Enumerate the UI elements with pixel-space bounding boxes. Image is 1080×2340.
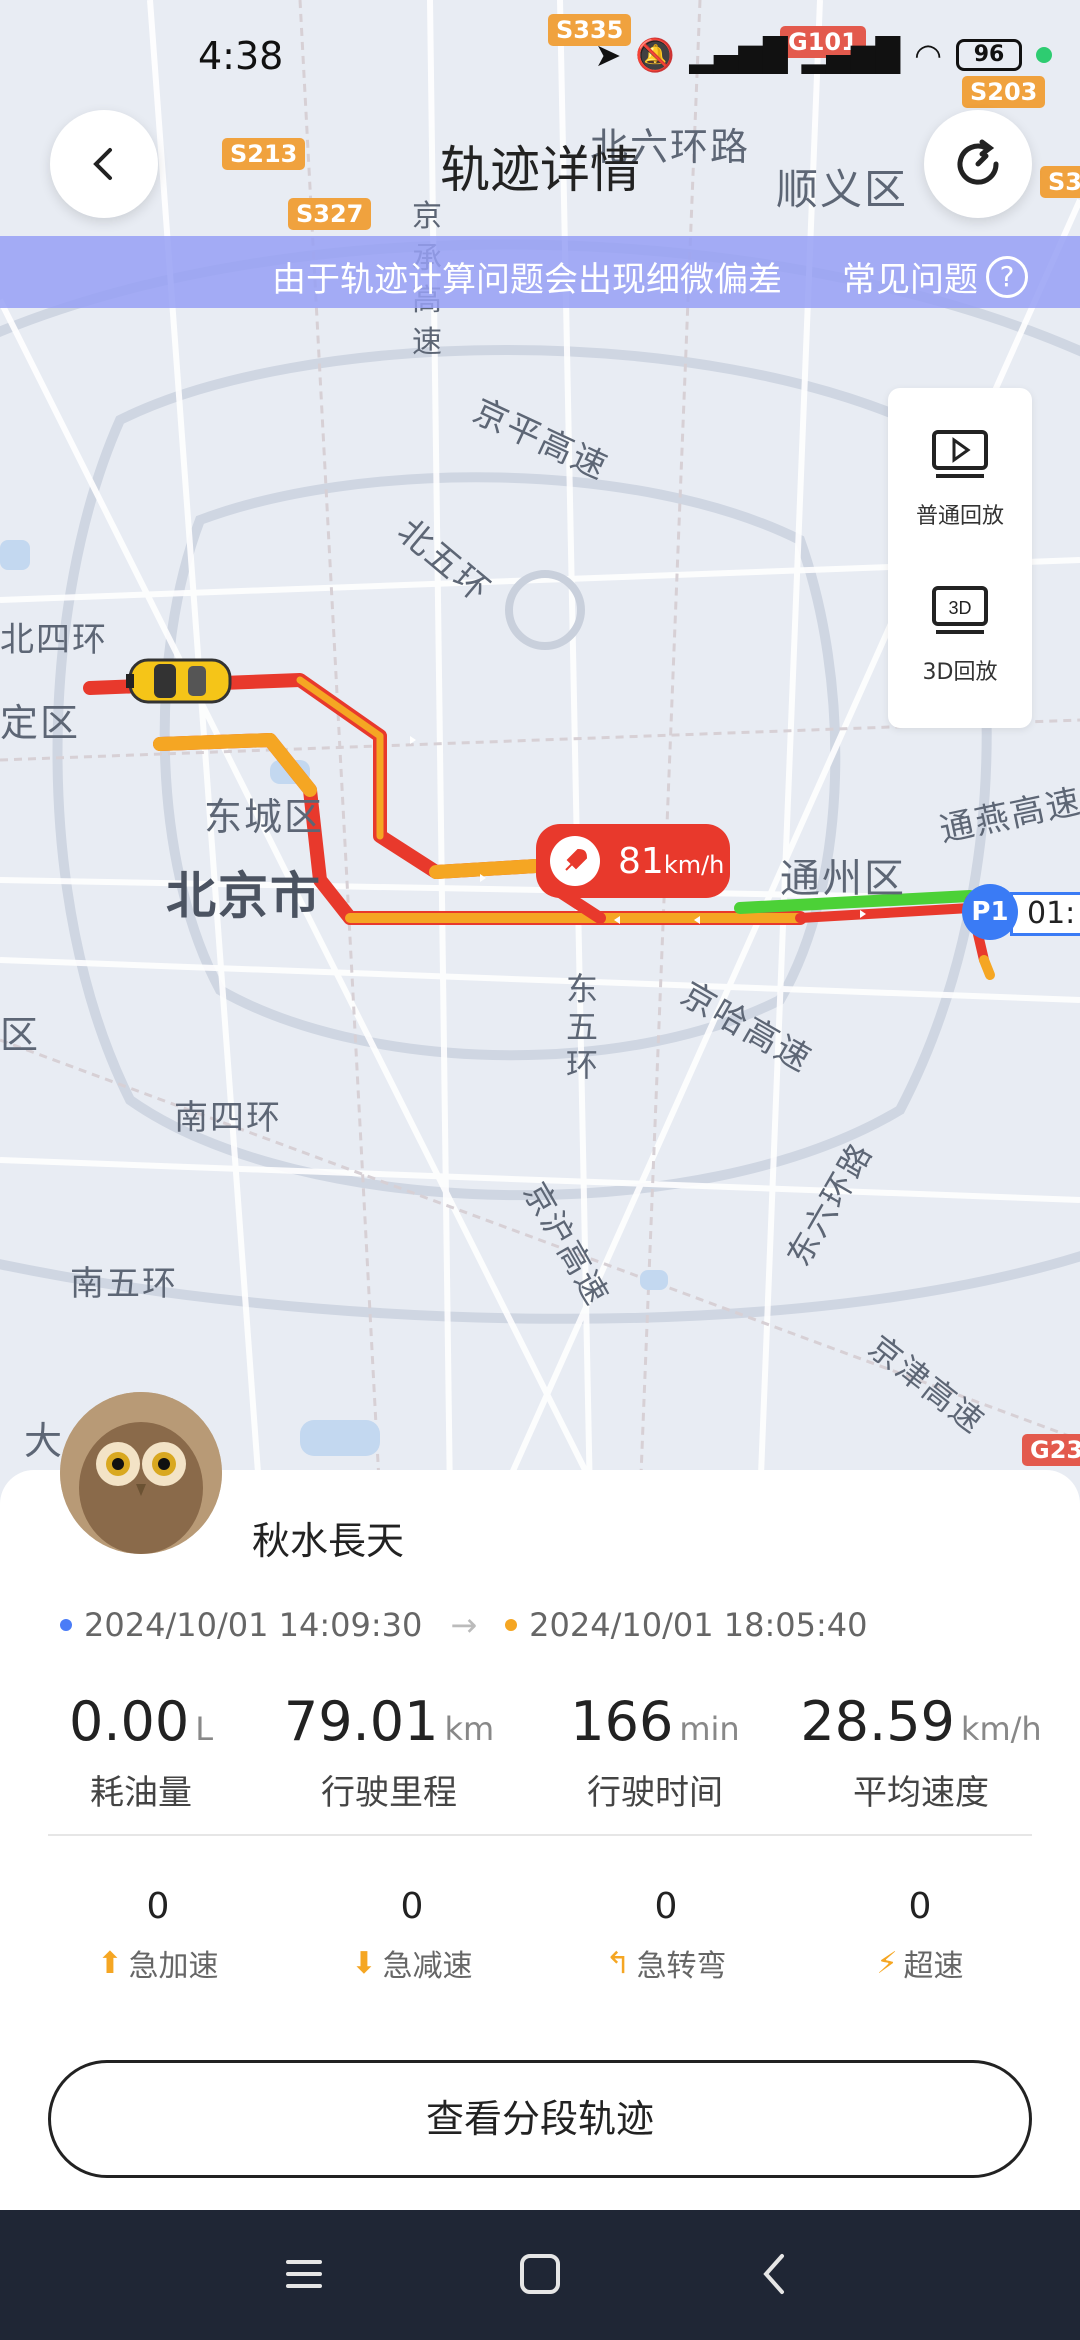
event-label: 急减速 bbox=[382, 1949, 473, 1984]
p1-marker[interactable]: P1 bbox=[962, 884, 1018, 940]
stat-value: 166 bbox=[570, 1690, 674, 1753]
notice-banner: 由于轨迹计算问题会出现细微偏差 常见问题 ? bbox=[0, 236, 1080, 308]
arrow-up-icon: ⬆ bbox=[97, 1945, 123, 1981]
3d-screen-icon: 3D bbox=[932, 586, 988, 634]
stat-value: 28.59 bbox=[800, 1690, 955, 1753]
battery-icon: 96 bbox=[956, 39, 1022, 71]
rocket-icon bbox=[550, 836, 600, 886]
map-view[interactable]: S335 G101 S203 S213 S327 S30 G230 北六环路 顺… bbox=[0, 0, 1080, 1500]
stat-duration: 166 min 行驶时间 bbox=[520, 1690, 790, 1814]
map-label: 北京市 bbox=[166, 867, 322, 925]
map-label: 大 bbox=[24, 1419, 65, 1463]
arrow-right-icon: → bbox=[450, 1606, 478, 1644]
status-time: 4:38 bbox=[198, 34, 284, 78]
signal-icon: ▂▄▆█ bbox=[689, 36, 788, 74]
stat-label: 行驶时间 bbox=[587, 1773, 723, 1813]
car-icon bbox=[126, 658, 232, 704]
marker-tag: 01: bbox=[1010, 892, 1080, 936]
stat-label: 平均速度 bbox=[853, 1773, 989, 1813]
back-nav-icon[interactable] bbox=[752, 2250, 800, 2298]
map-label: 东五环 bbox=[566, 970, 601, 1084]
question-icon: ? bbox=[986, 255, 1028, 298]
play-screen-icon bbox=[932, 430, 988, 478]
indicator-dot bbox=[1036, 47, 1052, 63]
stat-unit: L bbox=[195, 1710, 214, 1748]
lightning-icon: ⚡ bbox=[876, 1945, 898, 1981]
stat-label: 耗油量 bbox=[90, 1773, 192, 1813]
stat-unit: km bbox=[444, 1710, 495, 1748]
event-count: 0 bbox=[654, 1886, 678, 1927]
avatar[interactable] bbox=[60, 1392, 222, 1554]
3d-icon-text: 3D bbox=[948, 598, 971, 618]
turn-icon: ↰ bbox=[605, 1945, 631, 1981]
user-name: 秋水長天 bbox=[252, 1519, 405, 1563]
trip-stats: 0.00 L 耗油量 79.01 km 行驶里程 166 min 行驶时间 28.59… bbox=[0, 1690, 1080, 1820]
road-badge: S327 bbox=[288, 198, 372, 230]
map-label: 北四环 bbox=[0, 620, 108, 660]
map-label: 南五环 bbox=[70, 1264, 178, 1304]
stat-value: 0.00 bbox=[68, 1690, 190, 1753]
speed-bubble: 81km/h bbox=[536, 824, 730, 898]
location-icon: ➤ bbox=[594, 36, 622, 74]
status-icons: ➤ 🔕 ▂▄▆█ ▂▄▆█ ◠ 96 bbox=[595, 36, 1052, 74]
event-rapid-deceleration: 0 ⬇ 急减速 bbox=[302, 1886, 522, 1985]
faq-label: 常见问题 bbox=[842, 260, 978, 300]
road-badge: G230 bbox=[1022, 1434, 1080, 1466]
mute-icon: 🔕 bbox=[635, 36, 676, 74]
system-nav-bar bbox=[0, 2210, 1080, 2340]
faq-link[interactable]: 常见问题 ? bbox=[842, 252, 1028, 301]
normal-playback-label: 普通回放 bbox=[915, 504, 1004, 529]
start-time: 2024/10/01 14:09:30 bbox=[84, 1606, 423, 1644]
view-segments-button[interactable]: 查看分段轨迹 bbox=[48, 2060, 1032, 2178]
map-label: 东城区 bbox=[204, 795, 325, 839]
3d-playback-button[interactable]: 3D 3D回放 bbox=[888, 584, 1032, 686]
map-label: 通州区 bbox=[780, 856, 906, 902]
trip-timeline: 2024/10/01 14:09:30 → 2024/10/01 18:05:4… bbox=[60, 1606, 867, 1644]
stat-average-speed: 28.59 km/h 平均速度 bbox=[786, 1690, 1056, 1814]
3d-playback-label: 3D回放 bbox=[922, 660, 998, 685]
wifi-icon: ◠ bbox=[914, 36, 942, 74]
map-label: 南四环 bbox=[174, 1098, 282, 1138]
speed-unit: km/h bbox=[663, 850, 725, 879]
end-time: 2024/10/01 18:05:40 bbox=[529, 1606, 868, 1644]
event-sharp-turn: 0 ↰ 急转弯 bbox=[556, 1886, 776, 1985]
normal-playback-button[interactable]: 普通回放 bbox=[888, 428, 1032, 530]
page-title: 轨迹详情 bbox=[440, 141, 640, 199]
event-label: 急加速 bbox=[128, 1949, 219, 1984]
divider bbox=[48, 1834, 1032, 1836]
stat-label: 行驶里程 bbox=[321, 1773, 457, 1813]
start-dot-icon bbox=[60, 1619, 72, 1631]
end-dot-icon bbox=[505, 1619, 518, 1631]
event-rapid-acceleration: 0 ⬆ 急加速 bbox=[48, 1886, 268, 1985]
playback-panel: 普通回放 3D 3D回放 bbox=[888, 388, 1032, 728]
event-label: 急转弯 bbox=[636, 1949, 727, 1984]
owl-avatar-icon bbox=[60, 1392, 222, 1554]
status-bar: 4:38 ➤ 🔕 ▂▄▆█ ▂▄▆█ ◠ 96 bbox=[0, 0, 1080, 118]
event-speeding: 0 ⚡ 超速 bbox=[810, 1886, 1030, 1985]
map-label: 定区 bbox=[0, 701, 81, 745]
speed-value: 81 bbox=[618, 840, 664, 882]
stat-unit: min bbox=[679, 1710, 740, 1748]
event-count: 0 bbox=[146, 1886, 170, 1927]
event-count: 0 bbox=[400, 1886, 424, 1927]
home-icon[interactable] bbox=[516, 2250, 564, 2298]
signal-icon: ▂▄▆█ bbox=[801, 36, 901, 74]
notice-message: 由于轨迹计算问题会出现细微偏差 bbox=[272, 260, 782, 300]
refresh-icon bbox=[957, 139, 999, 185]
refresh-button[interactable] bbox=[924, 110, 1032, 218]
stat-distance: 79.01 km 行驶里程 bbox=[254, 1690, 524, 1814]
event-count: 0 bbox=[908, 1886, 932, 1927]
map-label: 区 bbox=[0, 1013, 41, 1057]
stat-value: 79.01 bbox=[283, 1690, 439, 1753]
stat-fuel: 0.00 L 耗油量 bbox=[6, 1690, 276, 1814]
menu-icon[interactable] bbox=[280, 2250, 328, 2298]
event-label: 超速 bbox=[903, 1949, 964, 1984]
stat-unit: km/h bbox=[960, 1710, 1042, 1748]
arrow-down-icon: ⬇ bbox=[351, 1945, 377, 1981]
